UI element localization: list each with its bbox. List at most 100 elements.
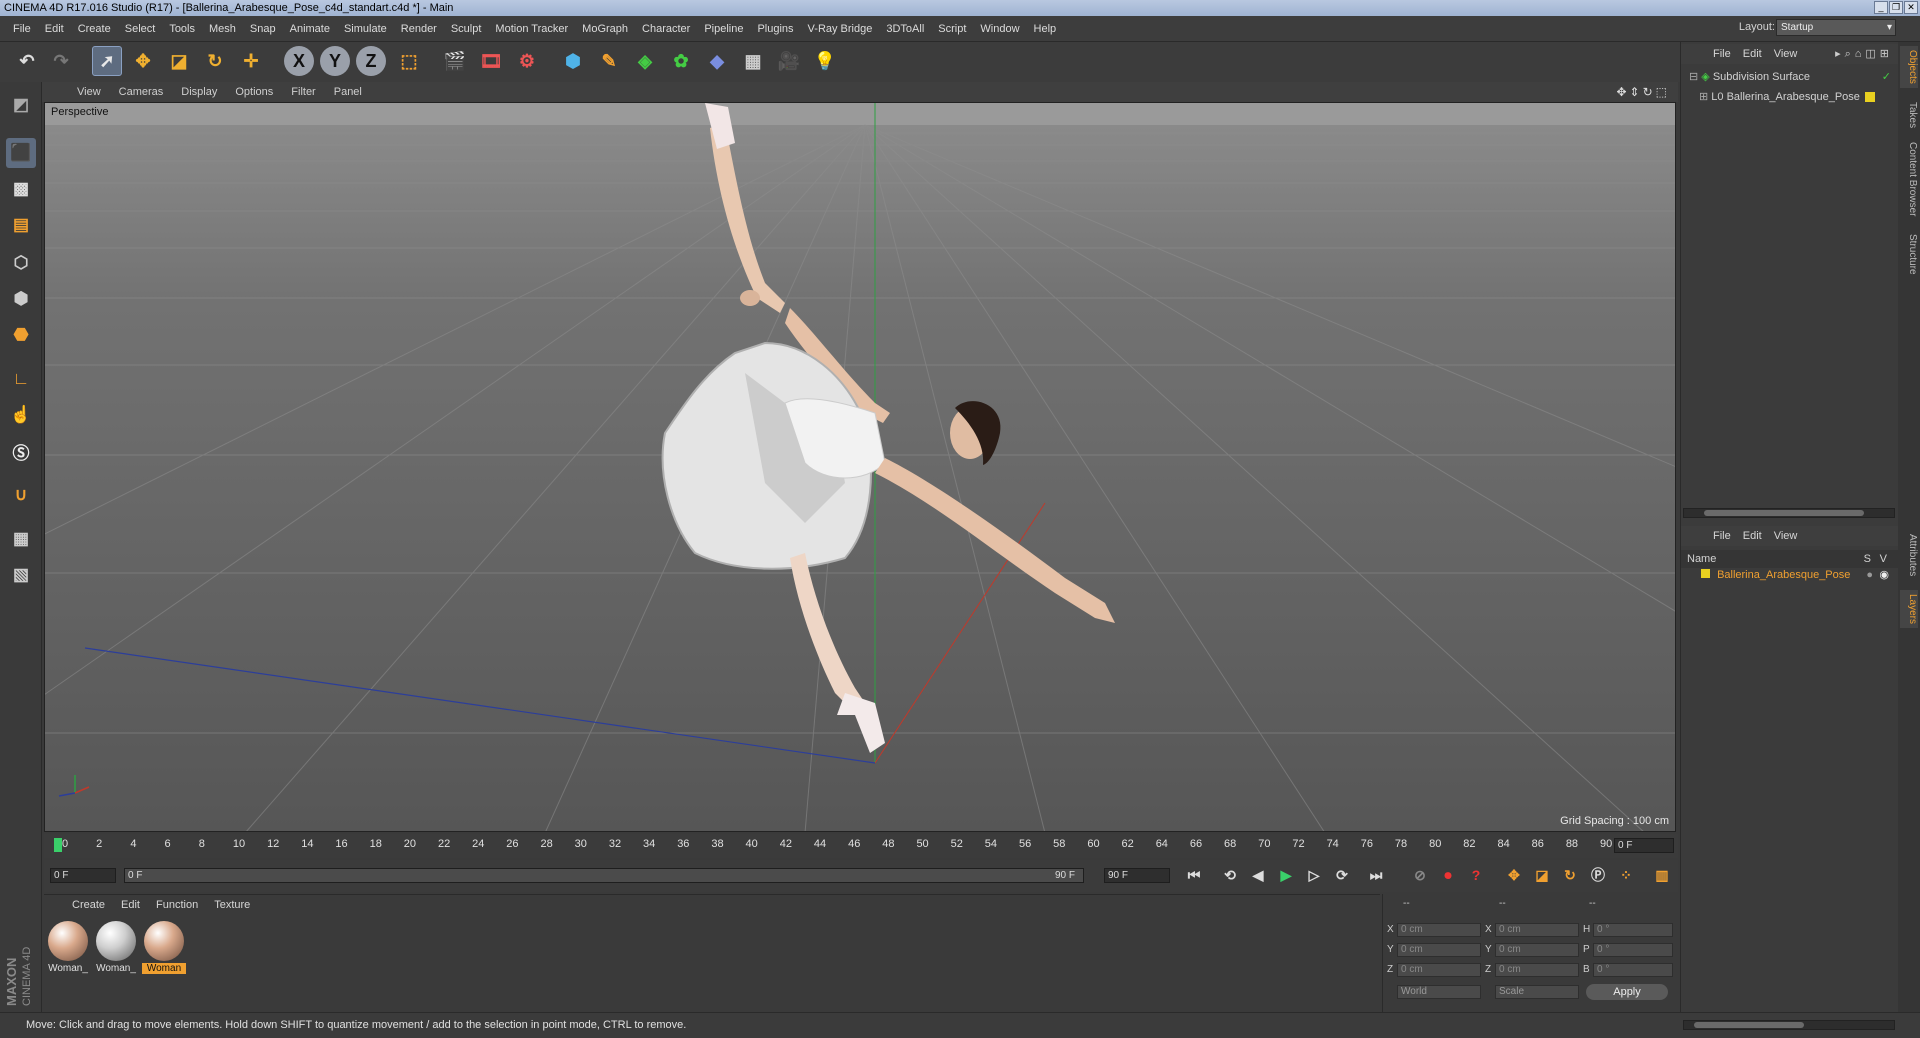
menu-character[interactable]: Character [635,23,697,35]
objects-menu-file[interactable]: File [1707,48,1737,60]
layers-menu-view[interactable]: View [1768,530,1804,542]
x-axis-lock-icon[interactable]: X [284,46,314,76]
y-axis-lock-icon[interactable]: Y [320,46,350,76]
subdivision-generator-icon[interactable]: ◈ [630,46,660,76]
recent-tools-icon[interactable]: ✛ [236,46,266,76]
object-row-subdivision-surface[interactable]: ⊟ ◈ Subdivision Surface ✓ [1681,68,1899,86]
menu-snap[interactable]: Snap [243,23,283,35]
play-forward-icon[interactable]: ▶ [1274,863,1298,887]
render-settings-icon[interactable]: ⚙ [512,46,542,76]
tree-expand-icon[interactable]: ⊞ [1699,91,1708,103]
menu-3dtoall[interactable]: 3DToAll [879,23,931,35]
menu-help[interactable]: Help [1027,23,1064,35]
menu-create[interactable]: Create [71,23,118,35]
workplane-lock-icon[interactable]: ▦ [6,524,36,554]
key-points-icon[interactable]: ⁘ [1614,863,1638,887]
menu-animate[interactable]: Animate [283,23,337,35]
model-mode-icon[interactable]: ⬛ [6,138,36,168]
next-key-icon[interactable]: ⟳ [1330,863,1354,887]
previous-frame-icon[interactable]: ◀ [1246,863,1270,887]
rotation-b-field[interactable]: 0 ° [1593,963,1673,977]
material-menu-edit[interactable]: Edit [113,899,148,911]
timeline-ruler[interactable]: 0 2 4 6 8 10 12 14 16 18 20 22 24 26 28 30 32 34 36 38 40 42 4… [44,834,1678,858]
render-view-icon[interactable]: 🎬 [440,46,470,76]
menu-tools[interactable]: Tools [162,23,202,35]
frame-range-slider[interactable]: 0 F 90 F [124,868,1084,883]
object-manager-scrollbar[interactable] [1683,508,1895,518]
deformer-icon[interactable]: ◆ [702,46,732,76]
material-swatch[interactable]: Woman_ [94,921,138,974]
menu-select[interactable]: Select [118,23,163,35]
menu-edit[interactable]: Edit [38,23,71,35]
scrollbar-thumb[interactable] [1694,1022,1804,1028]
menu-motion-tracker[interactable]: Motion Tracker [488,23,575,35]
tab-objects[interactable]: Objects [1900,46,1918,88]
tab-attributes[interactable]: Attributes [1900,530,1918,580]
size-z-field[interactable]: 0 cm [1495,963,1579,977]
visibility-check-icon[interactable]: ✓ [1882,68,1891,86]
viewport-menu-cameras[interactable]: Cameras [110,86,173,98]
select-cursor-icon[interactable]: ➚ [92,46,122,76]
move-icon[interactable]: ✥ [128,46,158,76]
cube-primitive-icon[interactable]: ⬢ [558,46,588,76]
next-frame-icon[interactable]: ▷ [1302,863,1326,887]
menu-script[interactable]: Script [931,23,973,35]
tab-layers[interactable]: Layers [1900,590,1918,629]
key-position-icon[interactable]: ✥ [1502,863,1526,887]
object-manager-tool-icons[interactable]: ▸⌕⌂◫⊞ [1835,47,1893,61]
tab-takes[interactable]: Takes [1900,98,1918,132]
tweak-mode-icon[interactable]: ☝ [6,400,36,430]
menu-simulate[interactable]: Simulate [337,23,394,35]
camera-icon[interactable]: 🎥 [774,46,804,76]
menu-window[interactable]: Window [973,23,1026,35]
viewport-menu-view[interactable]: View [68,86,110,98]
position-y-field[interactable]: 0 cm [1397,943,1481,957]
menu-file[interactable]: File [6,23,38,35]
go-to-start-icon[interactable]: ⏮ [1182,863,1206,887]
polygons-mode-icon[interactable]: ⬣ [6,320,36,350]
autokey-icon[interactable]: ? [1464,863,1488,887]
make-editable-icon[interactable]: ◩ [6,90,36,120]
record-keys-disabled-icon[interactable]: ⊘ [1408,863,1432,887]
tab-content-browser[interactable]: Content Browser [1900,138,1918,220]
object-row-ballerina[interactable]: ⊞ L0 Ballerina_Arabesque_Pose [1681,88,1899,106]
timeline-window-icon[interactable]: ▥ [1650,863,1674,887]
size-x-field[interactable]: 0 cm [1495,923,1579,937]
rotation-p-field[interactable]: 0 ° [1593,943,1673,957]
tab-structure[interactable]: Structure [1900,230,1918,279]
objects-menu-edit[interactable]: Edit [1737,48,1768,60]
undo-icon[interactable]: ↶ [12,46,42,76]
viewport-menu-display[interactable]: Display [172,86,226,98]
viewport-menu-filter[interactable]: Filter [282,86,324,98]
texture-mode-icon[interactable]: ▩ [6,174,36,204]
layer-row-ballerina[interactable]: Ballerina_Arabesque_Pose ● ◉ [1681,566,1899,584]
solo-toggle-icon[interactable]: ● [1866,566,1873,584]
size-y-field[interactable]: 0 cm [1495,943,1579,957]
material-menu-texture[interactable]: Texture [206,899,258,911]
end-frame-field[interactable]: 90 F [1104,868,1170,883]
key-rotation-icon[interactable]: ↻ [1558,863,1582,887]
floor-environment-icon[interactable]: ▦ [738,46,768,76]
scrollbar-thumb[interactable] [1704,510,1864,516]
menu-pipeline[interactable]: Pipeline [697,23,750,35]
camera-label[interactable]: Perspective [47,105,113,119]
material-swatch-selected[interactable]: Woman [142,921,186,974]
start-frame-field[interactable]: 0 F [50,868,116,883]
layer-color-tag[interactable] [1865,92,1875,102]
position-z-field[interactable]: 0 cm [1397,963,1481,977]
menu-render[interactable]: Render [394,23,444,35]
playhead-marker[interactable] [54,838,62,852]
size-mode-select[interactable]: Scale [1495,985,1579,999]
key-parameter-icon[interactable]: Ⓟ [1586,863,1610,887]
menu-mesh[interactable]: Mesh [202,23,243,35]
planar-workplane-icon[interactable]: ▧ [6,560,36,590]
snap-magnet-icon[interactable]: ∪ [6,480,36,510]
render-picture-viewer-icon[interactable]: 🎞 [476,46,506,76]
layer-manager-scrollbar[interactable] [1683,1020,1895,1030]
menu-sculpt[interactable]: Sculpt [444,23,489,35]
previous-key-icon[interactable]: ⟲ [1218,863,1242,887]
edges-mode-icon[interactable]: ⬢ [6,284,36,314]
cloner-icon[interactable]: ✿ [666,46,696,76]
position-x-field[interactable]: 0 cm [1397,923,1481,937]
viewport-nav-icons[interactable]: ✥⇕↻⬚ [1616,85,1670,99]
